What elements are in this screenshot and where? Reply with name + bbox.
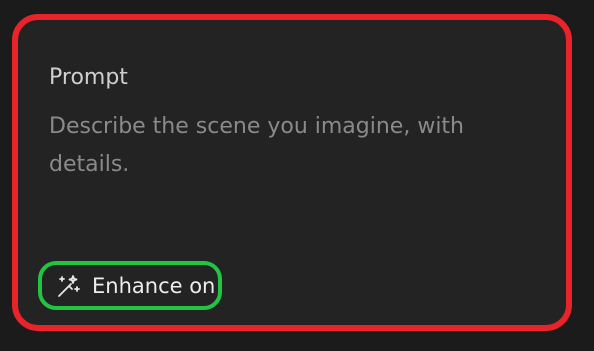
prompt-label: Prompt — [49, 65, 128, 90]
enhance-toggle-label: Enhance on — [92, 273, 216, 298]
prompt-input[interactable] — [49, 108, 519, 228]
magic-wand-icon — [56, 273, 82, 299]
prompt-card: Prompt Enhance on — [12, 14, 572, 331]
enhance-toggle-button[interactable]: Enhance on — [38, 261, 222, 310]
